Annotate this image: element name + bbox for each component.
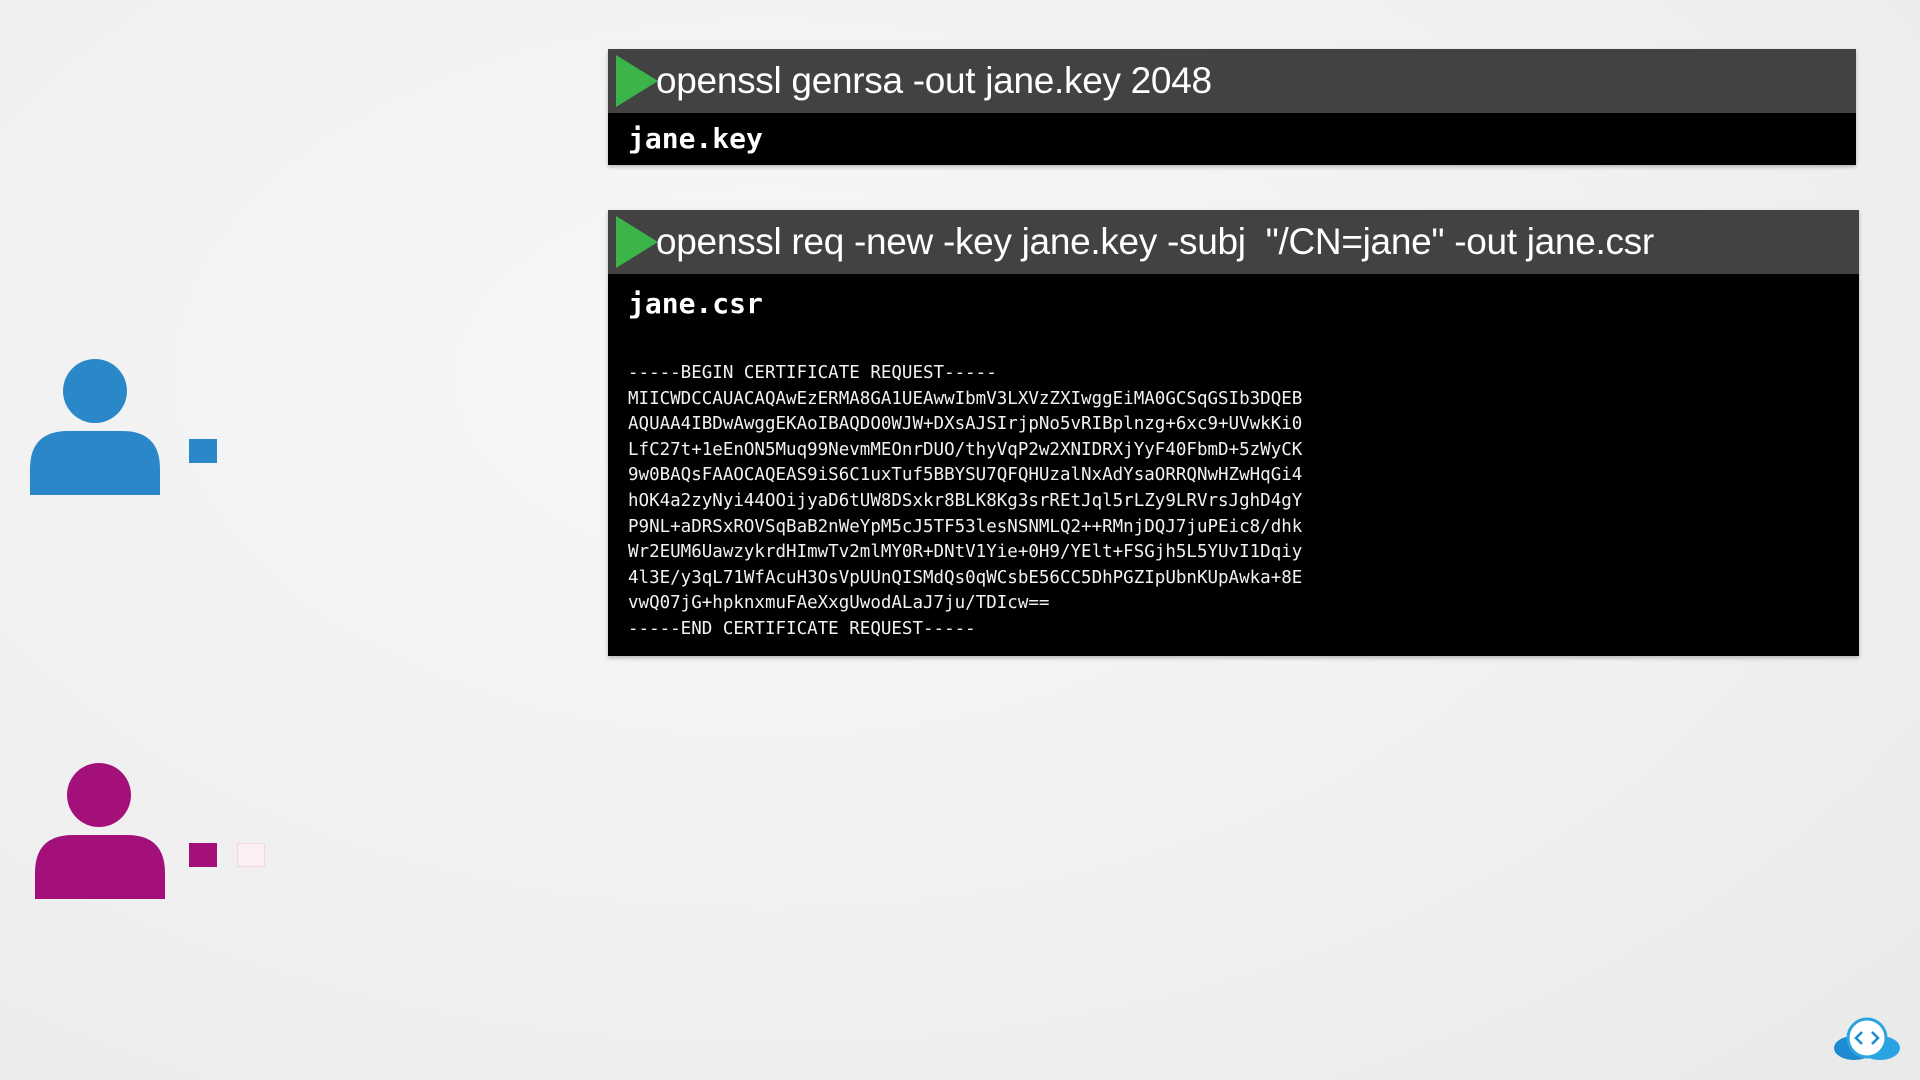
csr-line: 4l3E/y3qL71WfAcuH3OsVpUUnQISMdQs0qWCsbE5…	[628, 567, 1303, 588]
csr-line: LfC27t+1eEnON5Muq99NevmMEOnrDUO/thyVqP2w…	[628, 439, 1303, 460]
csr-line: MIICWDCCAUACAQAwEzERMA8GA1UEAwwIbmV3LXVz…	[628, 388, 1303, 409]
key-icon	[189, 843, 217, 867]
csr-line: hOK4a2zyNyi44OOijyaD6tUW8DSxkr8BLK8Kg3sr…	[628, 490, 1303, 511]
csr-line: 9w0BAQsFAAOCAQEAS9iS6C1uxTuf5BBYSU7QFQHU…	[628, 465, 1303, 486]
command-bar: openssl genrsa -out jane.key 2048	[608, 49, 1856, 113]
output-filename: jane.csr	[628, 287, 763, 320]
key-placeholder-icon	[237, 843, 265, 867]
csr-line: -----BEGIN CERTIFICATE REQUEST-----	[628, 363, 997, 383]
output-filename: jane.key	[628, 122, 763, 155]
play-icon[interactable]	[614, 53, 660, 109]
user-magenta-person-icon	[35, 763, 165, 899]
certificate-request-block: -----BEGIN CERTIFICATE REQUEST----- MIICW…	[628, 361, 1302, 643]
command-bar: openssl req -new -key jane.key -subj "/C…	[608, 210, 1859, 274]
cloud-code-logo-icon	[1834, 1017, 1900, 1060]
key-icon	[189, 439, 217, 463]
terminal-genrsa: openssl genrsa -out jane.key 2048 jane.k…	[608, 49, 1856, 165]
terminal-output: jane.csr	[608, 274, 1859, 334]
csr-line: AQUAA4IBDwAwggEKAoIBAQDO0WJW+DXsAJSIrjpN…	[628, 414, 1303, 435]
command-text: openssl req -new -key jane.key -subj "/C…	[656, 221, 1654, 262]
csr-line: Wr2EUM6UawzykrdHImwTv2mlMY0R+DNtV1Yie+0H…	[628, 542, 1303, 563]
command-text: openssl genrsa -out jane.key 2048	[656, 60, 1212, 101]
play-icon[interactable]	[614, 214, 660, 270]
terminal-req: openssl req -new -key jane.key -subj "/C…	[608, 210, 1859, 656]
terminal-output: jane.key	[608, 113, 1856, 165]
user-blue-person-icon	[30, 359, 160, 495]
csr-line: vwQ07jG+hpknxmuFAeXxgUwodALaJ7ju/TDIcw==	[628, 593, 1050, 614]
csr-line: P9NL+aDRSxROVSqBaB2nWeYpM5cJ5TF53lesNSNM…	[628, 516, 1303, 537]
csr-line: -----END CERTIFICATE REQUEST-----	[628, 618, 976, 639]
